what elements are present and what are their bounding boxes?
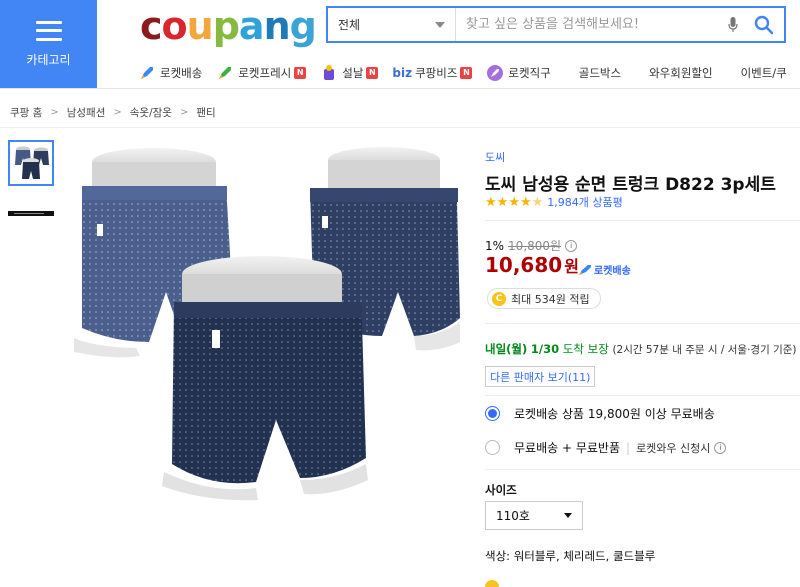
info-icon[interactable]: i: [565, 239, 578, 252]
size-select[interactable]: 110호: [485, 501, 583, 530]
biz-icon: biz: [392, 66, 413, 80]
category-menu-button[interactable]: 카테고리: [0, 0, 97, 88]
info-icon[interactable]: i: [714, 441, 727, 454]
chevron-right-icon: >: [179, 107, 189, 118]
nav-item-coupang-biz[interactable]: biz 쿠팡비즈 N: [392, 65, 473, 81]
new-badge: N: [460, 67, 473, 79]
chevron-right-icon: >: [50, 107, 59, 118]
separator: |: [626, 440, 631, 455]
nav-item-rocket-global[interactable]: 로켓직구: [486, 64, 551, 82]
search-scope-value: 전체: [338, 18, 361, 32]
color-options-text: 색상: 워터블루, 체리레드, 쿨드블루: [485, 549, 656, 563]
chevron-down-icon: [435, 21, 445, 28]
shipping-option-rocket[interactable]: 로켓배송 상품 19,800원 이상 무료배송: [485, 405, 715, 422]
delivery-info: 내일(월) 1/30 도착 보장 (2시간 57분 내 주문 시 / 서울·경기…: [485, 341, 797, 357]
breadcrumb: 쿠팡 홈 > 남성패션 > 속옷/잠옷 > 팬티: [10, 105, 216, 120]
nav-item-event[interactable]: 이벤트/쿠: [741, 65, 787, 81]
color-swatch[interactable]: [485, 580, 499, 587]
delivery-date: 1/30: [530, 342, 560, 356]
coupang-logo[interactable]: coupang: [140, 4, 317, 48]
breadcrumb-item[interactable]: 남성패션: [67, 105, 106, 120]
mic-icon[interactable]: [722, 8, 744, 41]
product-title: 도씨 남성용 순면 트렁크 D822 3p세트: [485, 175, 776, 195]
nav-item-goldbox[interactable]: 골드박스: [579, 65, 621, 81]
breadcrumb-item[interactable]: 팬티: [196, 105, 215, 120]
sale-price: 10,680 원: [485, 253, 579, 277]
new-badge: N: [366, 67, 379, 79]
breadcrumb-item[interactable]: 속옷/잠옷: [130, 105, 172, 120]
rocket-icon: [579, 264, 591, 275]
new-badge: N: [294, 67, 307, 79]
caret-down-icon: [564, 513, 572, 518]
radio-selected[interactable]: [485, 406, 500, 421]
search-button[interactable]: [744, 8, 784, 41]
size-value: 110호: [496, 509, 530, 523]
delivery-guarantee: 도착 보장: [562, 342, 609, 356]
discount-rate: 1%: [485, 238, 505, 253]
delivery-day: 내일(월): [485, 342, 528, 356]
product-thumbnail-selected[interactable]: [8, 140, 54, 186]
nav-item-rocket[interactable]: 로켓배송: [138, 64, 202, 82]
category-label: 카테고리: [26, 52, 71, 67]
price-unit: 원: [564, 257, 579, 276]
brand-link[interactable]: 도씨: [485, 149, 505, 165]
lunar-new-year-icon: [320, 64, 338, 82]
coin-icon: C: [492, 291, 506, 306]
shipping-option-free[interactable]: 무료배송 + 무료반품 | 로켓와우 신청시 i: [485, 439, 727, 456]
breadcrumb-divider: [0, 127, 800, 128]
other-sellers-button[interactable]: 다른 판매자 보기(11): [485, 366, 596, 387]
chevron-right-icon: >: [113, 107, 122, 118]
divider: [485, 323, 800, 324]
header-divider: [0, 88, 800, 89]
star-rating-icon: ★ ★ ★ ★ ★: [485, 194, 544, 210]
rocket-fresh-icon: [216, 64, 234, 82]
divider: [485, 220, 800, 221]
rating[interactable]: ★ ★ ★ ★ ★ 1,984개 상품평: [485, 194, 623, 210]
product-thumbnail[interactable]: [8, 208, 54, 218]
radio-unselected[interactable]: [485, 440, 500, 455]
product-main-image[interactable]: [64, 142, 460, 502]
search-bar: 전체: [326, 6, 786, 43]
search-input[interactable]: [456, 8, 722, 41]
search-icon: [754, 15, 774, 34]
hamburger-icon: [35, 20, 62, 41]
rocket-global-icon: [486, 64, 504, 82]
price-value: 10,680: [485, 253, 563, 277]
review-count[interactable]: 1,984개 상품평: [547, 194, 622, 210]
rocket-icon: [138, 64, 156, 82]
nav-item-lunar-new-year[interactable]: 설날 N: [320, 64, 379, 82]
cashback-badge: C 최대 534원 적립: [487, 288, 601, 309]
nav-item-rocket-fresh[interactable]: 로켓프레시 N: [216, 64, 307, 82]
rocket-delivery-badge: 로켓배송: [578, 262, 631, 277]
divider: [485, 395, 800, 396]
delivery-detail: (2시간 57분 내 주문 시 / 서울·경기 기준): [612, 344, 797, 356]
size-label: 사이즈: [485, 483, 517, 497]
original-price: 10,800원: [508, 239, 562, 253]
discount-line: 1% 10,800원 i: [485, 237, 578, 254]
divider: [485, 469, 800, 470]
search-scope-select[interactable]: 전체: [328, 8, 456, 41]
top-nav: 로켓배송 로켓프레시 N 설날 N biz 쿠팡비즈 N 로켓직구 골드박스 와…: [138, 62, 800, 84]
nav-item-wow-discount[interactable]: 와우회원할인: [649, 65, 712, 81]
breadcrumb-item[interactable]: 쿠팡 홈: [10, 105, 42, 120]
